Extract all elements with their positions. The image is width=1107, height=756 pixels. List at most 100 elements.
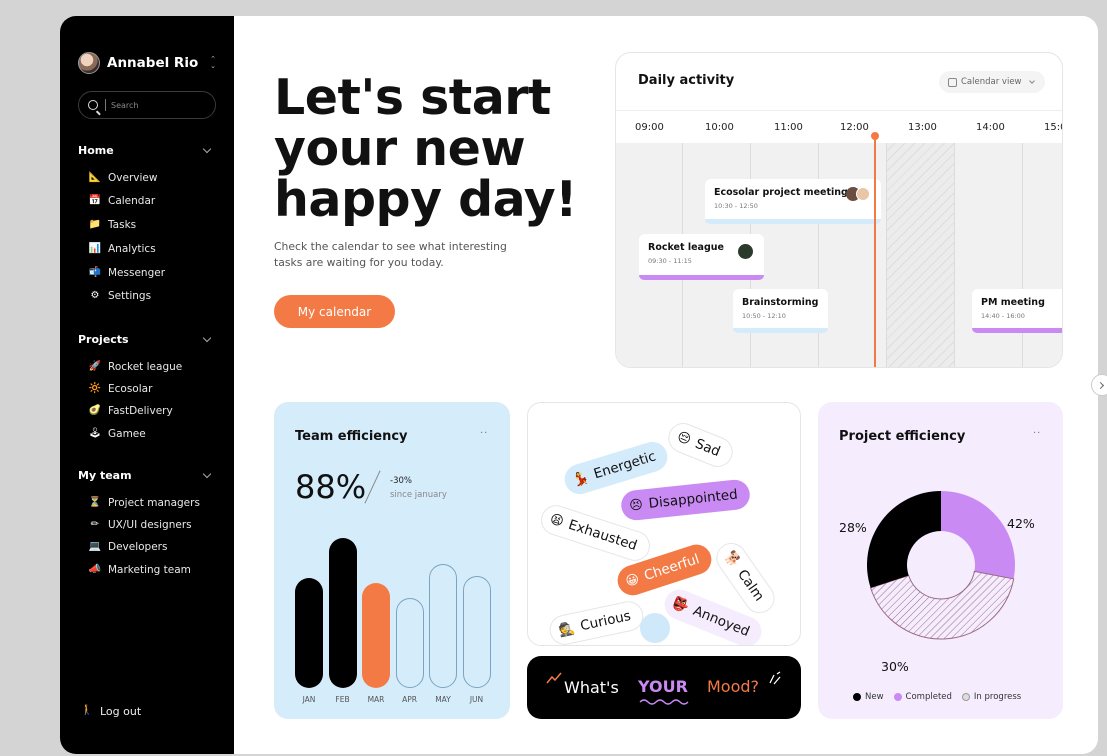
event-brainstorming[interactable]: Brainstorming 10:50 - 12:10 xyxy=(733,289,828,333)
chevron-down-icon xyxy=(1028,78,1035,84)
more-options-icon[interactable]: ·· xyxy=(1033,428,1041,439)
mood-pill-sad[interactable]: 😔 Sad xyxy=(663,418,738,472)
my-calendar-button[interactable]: My calendar xyxy=(274,295,395,328)
card-title: Team efficiency xyxy=(295,429,408,444)
project-donut-chart xyxy=(867,491,1015,640)
section-projects[interactable]: Projects xyxy=(78,333,214,346)
event-rocket-league[interactable]: Rocket league 09:30 - 11:15 xyxy=(639,234,764,280)
mood-banner: What's YOUR Mood? xyxy=(527,656,801,719)
efficiency-delta-caption: since january xyxy=(390,490,447,500)
sidebar-item-fastdelivery[interactable]: 🥑 FastDelivery xyxy=(88,403,173,419)
chevron-updown-icon[interactable]: ⌃ ⌄ xyxy=(208,56,218,70)
card-title: Daily activity xyxy=(638,73,735,88)
next-page-button[interactable] xyxy=(1091,374,1107,396)
current-time-dot xyxy=(871,132,879,140)
joystick-icon: 🕹 xyxy=(88,428,102,439)
search-icon xyxy=(88,100,98,110)
legend-label: New xyxy=(865,692,884,702)
event-time: 10:50 - 12:10 xyxy=(742,312,786,320)
sidebar-item-label: Messenger xyxy=(108,267,166,279)
bar-chart-icon: 📊 xyxy=(88,243,102,254)
logout-button[interactable]: 🚶 Log out xyxy=(80,704,141,718)
sidebar-item-ecosolar[interactable]: 🔆 Ecosolar xyxy=(88,381,153,397)
event-color-bar xyxy=(639,275,764,280)
event-color-bar xyxy=(972,328,1062,333)
chart-legend: New Completed In progress xyxy=(853,692,1031,702)
mood-label: Cheerful xyxy=(642,551,702,585)
section-home[interactable]: Home xyxy=(78,144,214,157)
legend-label: In progress xyxy=(973,692,1022,702)
sidebar-item-developers[interactable]: 💻 Developers xyxy=(88,539,168,555)
bar-mar xyxy=(362,583,390,688)
event-ecosolar-meeting[interactable]: Ecosolar project meeting 10:30 - 12:50 xyxy=(705,179,881,224)
event-title: Brainstorming xyxy=(742,297,819,308)
calendar-view-dropdown[interactable]: Calendar view xyxy=(939,71,1045,93)
mood-label: Annoyed xyxy=(690,602,752,640)
chevron-down-icon xyxy=(202,144,212,154)
pie-label-completed: 28% xyxy=(839,520,867,535)
hero-subtitle: Check the calendar to see what interesti… xyxy=(274,240,507,269)
divider xyxy=(364,470,381,504)
dancer-icon: 💃 xyxy=(570,469,591,489)
month-label: JAN xyxy=(302,695,316,704)
search-input[interactable] xyxy=(111,100,201,110)
decorative-bubble xyxy=(640,613,670,643)
mood-pill-curious[interactable]: 🕵 Curious xyxy=(546,598,647,645)
sun-icon: 🔆 xyxy=(88,383,102,394)
more-options-icon[interactable]: ·· xyxy=(480,428,488,439)
chevron-right-icon xyxy=(1096,381,1105,389)
detective-icon: 🕵 xyxy=(557,620,577,639)
efficiency-value: 88% xyxy=(295,468,367,506)
sidebar-item-label: Project managers xyxy=(108,497,200,509)
chevron-down-icon xyxy=(202,469,212,479)
sidebar-item-ux-ui-designers[interactable]: ✏ UX/UI designers xyxy=(88,517,192,533)
sidebar-item-label: Tasks xyxy=(108,219,137,231)
mood-pill-disappointed[interactable]: 😣 Disappointed xyxy=(619,478,752,522)
sidebar-item-marketing-team[interactable]: 📣 Marketing team xyxy=(88,562,191,578)
calendar-icon xyxy=(948,77,957,87)
sidebar-item-rocket-league[interactable]: 🚀 Rocket league xyxy=(88,359,182,375)
underline-squiggle xyxy=(639,699,689,705)
mood-label: Energetic xyxy=(591,448,658,483)
time-label: 10:00 xyxy=(705,122,734,133)
section-my-team[interactable]: My team xyxy=(78,469,214,482)
calendar-icon: 📅 xyxy=(88,195,102,206)
event-time: 09:30 - 11:15 xyxy=(648,257,692,265)
month-label: APR xyxy=(402,695,417,704)
sidebar-item-tasks[interactable]: 📁 Tasks xyxy=(88,217,136,233)
sidebar-item-messenger[interactable]: 📬 Messenger xyxy=(88,265,165,281)
donut-slice-in-progress xyxy=(869,570,1015,640)
sidebar-item-label: Rocket league xyxy=(108,361,183,373)
dropdown-value: Calendar view xyxy=(961,77,1022,87)
event-pm-meeting[interactable]: PM meeting 14:40 - 16:00 xyxy=(972,289,1062,333)
chevron-down-icon xyxy=(202,333,212,343)
month-label: MAR xyxy=(367,695,385,704)
efficiency-delta: -30% xyxy=(390,476,412,486)
month-label: JUN xyxy=(469,695,484,704)
dog-icon: 🐕 xyxy=(721,548,744,571)
legend-item-new: New xyxy=(853,692,884,702)
sidebar-item-label: Settings xyxy=(108,290,152,302)
section-title: My team xyxy=(78,469,132,482)
sidebar-item-calendar[interactable]: 📅 Calendar xyxy=(88,193,155,209)
sidebar-item-project-managers[interactable]: ⏳ Project managers xyxy=(88,495,200,511)
banner-word-whats: What's xyxy=(564,678,619,697)
folder-icon: 📁 xyxy=(88,219,102,230)
sidebar-item-analytics[interactable]: 📊 Analytics xyxy=(88,241,156,257)
search-box[interactable] xyxy=(78,91,216,119)
event-time: 10:30 - 12:50 xyxy=(714,202,758,210)
section-title: Home xyxy=(78,144,114,157)
megaphone-icon: 📣 xyxy=(88,564,102,575)
laptop-icon: 💻 xyxy=(88,541,102,552)
sidebar-item-overview[interactable]: 📐 Overview xyxy=(88,170,158,186)
disappointed-face-icon: 😣 xyxy=(628,497,644,514)
hourglass-icon: ⏳ xyxy=(88,497,102,508)
sidebar-item-gamee[interactable]: 🕹 Gamee xyxy=(88,426,146,442)
squiggle-icon xyxy=(546,672,562,684)
user-switcher[interactable]: Annabel Rio ⌃ ⌄ xyxy=(78,51,218,75)
time-label: 12:00 xyxy=(840,122,869,133)
mood-label: Sad xyxy=(692,435,723,461)
daily-activity-card: Daily activity Calendar view 09:00 10:00… xyxy=(615,52,1063,368)
sidebar-item-settings[interactable]: ⚙ Settings xyxy=(88,288,152,304)
goblin-icon: 👺 xyxy=(670,594,691,615)
